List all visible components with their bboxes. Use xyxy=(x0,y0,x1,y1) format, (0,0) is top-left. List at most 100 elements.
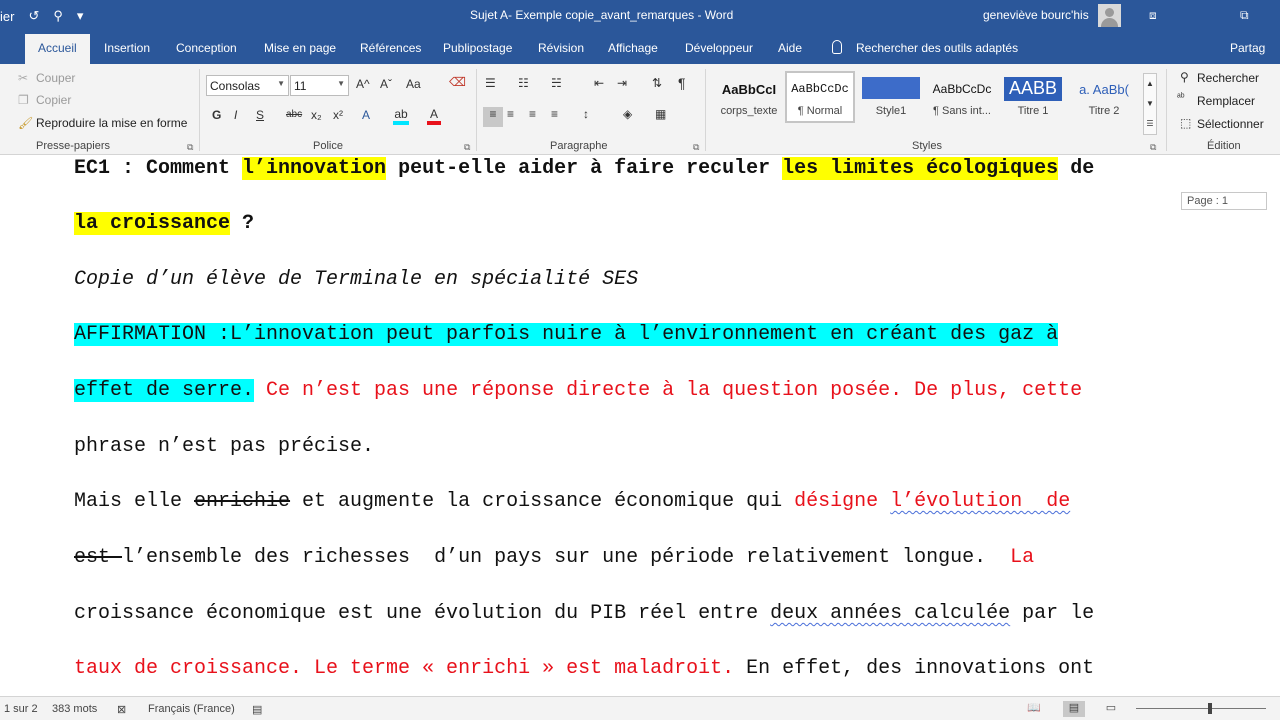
teacher-remark: l’évolution de xyxy=(890,490,1071,513)
cut-button[interactable]: Couper xyxy=(36,71,75,85)
macro-icon[interactable]: ▤ xyxy=(252,703,262,716)
bold-icon[interactable]: G xyxy=(212,108,221,122)
teacher-remark: La xyxy=(1010,546,1035,569)
zoom-slider[interactable] xyxy=(1136,708,1266,709)
font-size-value: 11 xyxy=(294,79,307,93)
styles-launcher-icon[interactable]: ⧉ xyxy=(1150,142,1156,153)
touch-mode-icon[interactable]: ⚲ xyxy=(53,8,63,24)
highlight-icon[interactable]: ab xyxy=(393,107,409,125)
editing-group-label: Édition xyxy=(1207,140,1241,152)
align-right-icon[interactable]: ≡ xyxy=(529,107,536,121)
user-name[interactable]: geneviève bourc'his xyxy=(983,8,1089,22)
document-canvas[interactable]: Page : 1 EC1 : Comment l’innovation peut… xyxy=(0,155,1280,696)
web-layout-icon[interactable]: ▭ xyxy=(1100,701,1122,717)
tab-publipostage[interactable]: Publipostage xyxy=(443,41,512,55)
copy-icon: ❐ xyxy=(18,93,29,107)
grow-font-icon[interactable]: A^ xyxy=(356,77,370,91)
style-titre-1[interactable]: AABB Titre 1 xyxy=(998,73,1068,125)
find-button[interactable]: Rechercher xyxy=(1197,71,1259,85)
font-group-label: Police xyxy=(313,140,343,152)
bullets-icon[interactable]: ☰ xyxy=(485,76,496,90)
subscript-icon[interactable]: x₂ xyxy=(311,108,322,122)
language-indicator[interactable]: Français (France) xyxy=(148,703,235,715)
zoom-slider-thumb[interactable] xyxy=(1208,703,1212,714)
chevron-down-icon: ▼ xyxy=(277,79,285,88)
styles-scroll[interactable]: ▲ ▼ ☰ xyxy=(1143,73,1157,135)
replace-button[interactable]: Remplacer xyxy=(1197,94,1255,108)
tab-conception[interactable]: Conception xyxy=(176,41,237,55)
style-titre-2[interactable]: a. AaBb( Titre 2 xyxy=(1069,73,1139,125)
window-title: Sujet A- Exemple copie_avant_remarques -… xyxy=(470,8,734,22)
highlighted-term: l’innovation xyxy=(242,157,387,180)
text-effects-icon[interactable]: A xyxy=(362,108,370,122)
format-painter-button[interactable]: Reproduire la mise en forme xyxy=(36,116,187,130)
underline-icon[interactable]: S xyxy=(256,108,264,122)
font-launcher-icon[interactable]: ⧉ xyxy=(464,142,470,153)
page-count[interactable]: 1 sur 2 xyxy=(4,703,38,715)
italic-icon[interactable]: I xyxy=(234,108,237,122)
align-center-icon[interactable]: ≡ xyxy=(507,107,514,121)
heading-line-2: la croissance ? xyxy=(74,210,254,238)
superscript-icon[interactable]: x² xyxy=(333,108,343,122)
avatar[interactable] xyxy=(1098,4,1121,27)
line-spacing-icon[interactable]: ↕ xyxy=(583,107,589,121)
change-case-icon[interactable]: Aa xyxy=(406,77,421,91)
tab-mise-en-page[interactable]: Mise en page xyxy=(264,41,336,55)
tab-developpeur[interactable]: Développeur xyxy=(685,41,753,55)
tab-insertion[interactable]: Insertion xyxy=(104,41,150,55)
style-corps-texte[interactable]: AaBbCcI corps_texte xyxy=(714,73,784,125)
body-line-4: taux de croissance. Le terme « enrichi »… xyxy=(74,655,1094,683)
align-left-icon[interactable]: ≡ xyxy=(483,107,503,127)
group-separator xyxy=(705,69,706,151)
file-tab-fragment[interactable]: ier xyxy=(0,9,14,24)
style-preview: a. AaBb( xyxy=(1079,82,1129,97)
font-name-combo[interactable]: Consolas ▼ xyxy=(206,75,289,96)
tab-affichage[interactable]: Affichage xyxy=(608,41,658,55)
qat-customize-icon[interactable]: ▾ xyxy=(77,8,84,24)
word-count[interactable]: 383 mots xyxy=(52,703,97,715)
shading-icon[interactable]: ◈ xyxy=(623,107,632,121)
style-preview: AABB xyxy=(1004,77,1062,101)
borders-icon[interactable]: ▦ xyxy=(655,107,666,121)
group-separator xyxy=(476,69,477,151)
sort-icon[interactable]: ⇅ xyxy=(652,76,662,90)
teacher-remark: taux de croissance. Le terme « enrichi »… xyxy=(74,657,735,680)
decrease-indent-icon[interactable]: ⇤ xyxy=(594,76,604,90)
multilevel-list-icon[interactable]: ☵ xyxy=(551,76,562,90)
justify-icon[interactable]: ≡ xyxy=(551,107,558,121)
tell-me-search[interactable]: Rechercher des outils adaptés xyxy=(856,41,1018,55)
strikethrough-icon[interactable]: abc xyxy=(286,109,302,120)
tab-aide[interactable]: Aide xyxy=(778,41,802,55)
show-marks-icon[interactable]: ¶ xyxy=(678,75,686,91)
proofing-icon[interactable]: ⊠ xyxy=(117,703,126,716)
clipboard-launcher-icon[interactable]: ⧉ xyxy=(187,142,193,153)
shrink-font-icon[interactable]: Aˇ xyxy=(380,77,392,91)
tab-revision[interactable]: Révision xyxy=(538,41,584,55)
copy-button[interactable]: Copier xyxy=(36,93,71,107)
style-style1[interactable]: Style1 xyxy=(856,73,926,125)
numbering-icon[interactable]: ☷ xyxy=(518,76,529,90)
select-button[interactable]: Sélectionner xyxy=(1197,117,1264,131)
restore-window-icon[interactable]: ⧉ xyxy=(1240,8,1249,23)
style-normal[interactable]: AaBbCcDc ¶ Normal xyxy=(785,71,855,123)
print-layout-icon[interactable]: ▤ xyxy=(1063,701,1085,717)
chevron-down-icon: ▼ xyxy=(337,79,345,88)
tab-accueil[interactable]: Accueil xyxy=(25,34,90,64)
share-button[interactable]: Partag xyxy=(1230,41,1265,55)
tab-references[interactable]: Références xyxy=(360,41,421,55)
style-preview xyxy=(862,77,920,99)
font-size-combo[interactable]: 11 ▼ xyxy=(290,75,349,96)
style-name: corps_texte xyxy=(720,105,778,117)
paragraph-launcher-icon[interactable]: ⧉ xyxy=(693,142,699,153)
style-sans-interligne[interactable]: AaBbCcDc ¶ Sans int... xyxy=(927,73,997,125)
ribbon-display-options-icon[interactable]: ⧈ xyxy=(1149,8,1157,23)
scissors-icon: ✂ xyxy=(18,71,29,85)
group-separator xyxy=(1166,69,1167,151)
deleted-text: est xyxy=(74,546,123,569)
undo-icon[interactable]: ↺ xyxy=(28,8,39,24)
heading-line-1: EC1 : Comment l’innovation peut-elle aid… xyxy=(74,155,1094,183)
increase-indent-icon[interactable]: ⇥ xyxy=(617,76,627,90)
read-mode-icon[interactable]: 📖 xyxy=(1023,701,1045,717)
font-color-icon[interactable]: A xyxy=(427,107,441,125)
clear-formatting-icon[interactable]: ⌫ xyxy=(449,75,466,89)
